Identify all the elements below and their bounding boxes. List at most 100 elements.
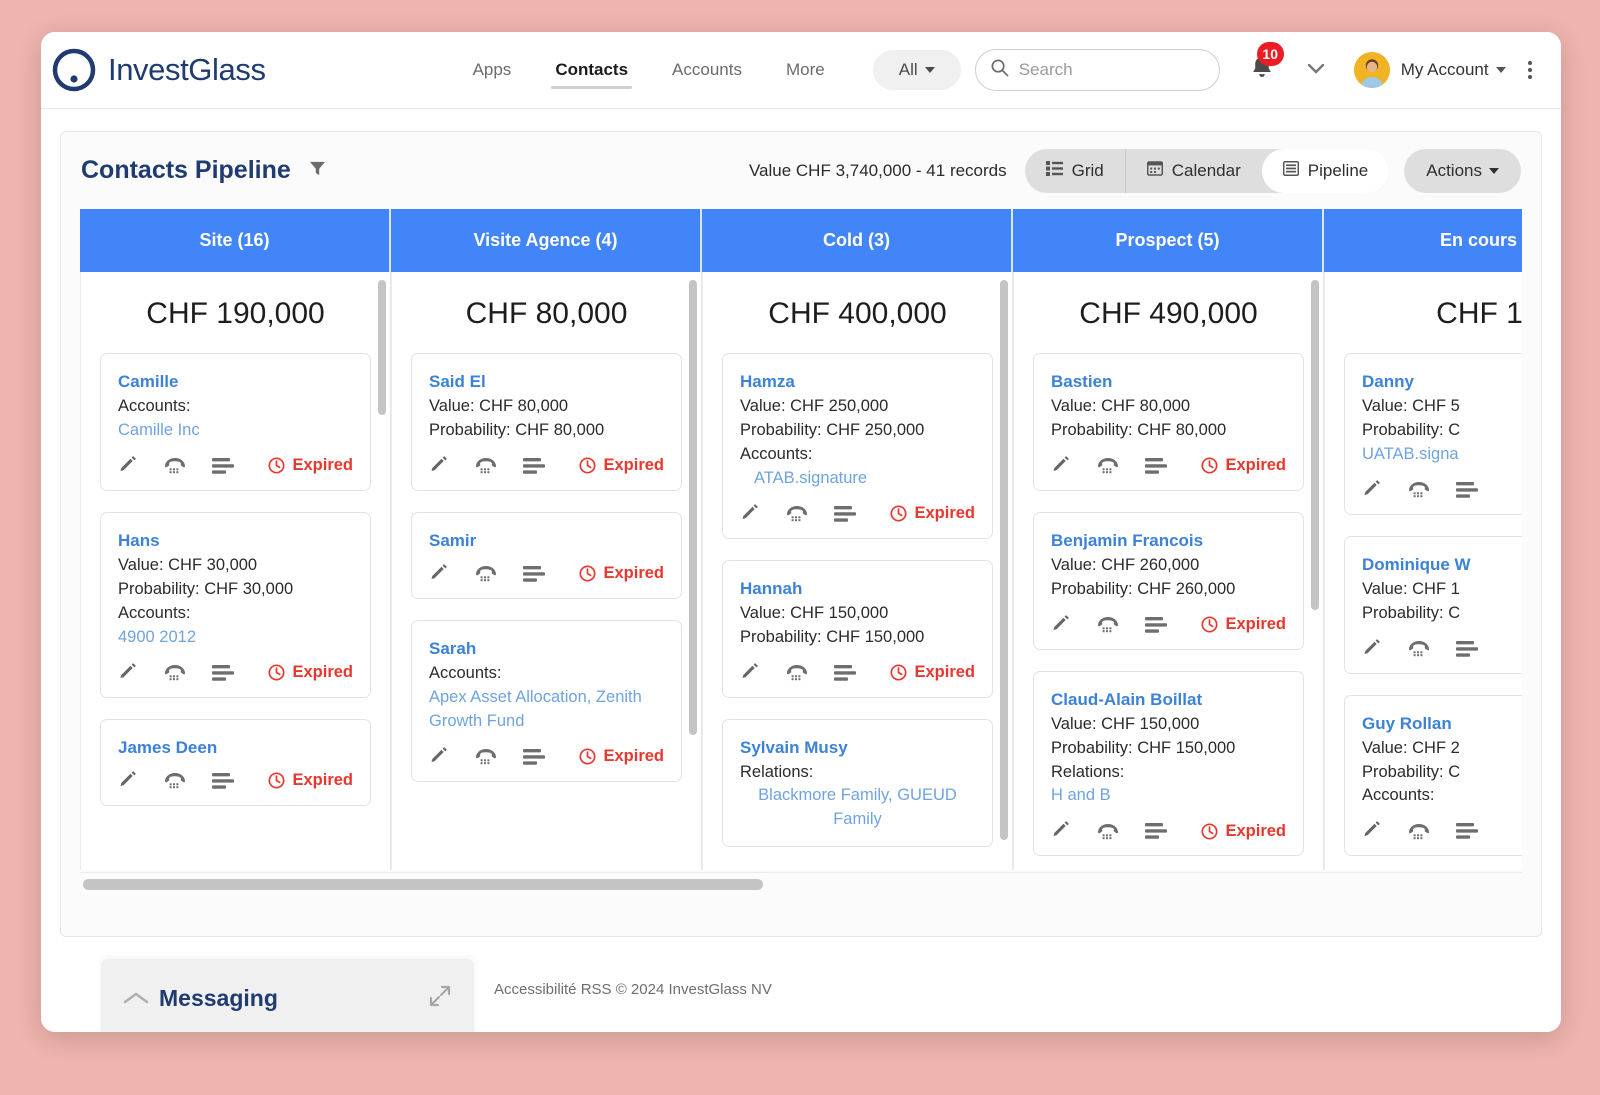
notes-list-icon[interactable] xyxy=(834,665,856,681)
horizontal-scrollbar-thumb[interactable] xyxy=(83,879,763,890)
card-contact-name[interactable]: Hannah xyxy=(740,579,975,599)
edit-pencil-icon[interactable] xyxy=(118,771,138,791)
notes-list-icon[interactable] xyxy=(212,458,234,474)
edit-pencil-icon[interactable] xyxy=(740,663,760,683)
phone-icon[interactable] xyxy=(475,565,497,582)
card-contact-name[interactable]: Sylvain Musy xyxy=(740,738,975,758)
horizontal-scrollbar[interactable] xyxy=(80,872,1522,895)
pipeline-card[interactable]: Sylvain MusyRelations:Blackmore Family, … xyxy=(722,719,993,848)
phone-icon[interactable] xyxy=(1408,823,1430,840)
stage-body[interactable]: CHF 190,000CamilleAccounts:Camille IncEx… xyxy=(80,272,390,870)
stage-body[interactable]: CHF 400,000HamzaValue: CHF 250,000Probab… xyxy=(702,272,1012,870)
notes-list-icon[interactable] xyxy=(1456,823,1478,839)
card-contact-name[interactable]: Guy Rollan xyxy=(1362,714,1522,734)
card-contact-name[interactable]: Samir xyxy=(429,531,664,551)
card-contact-name[interactable]: Camille xyxy=(118,372,353,392)
expand-icon[interactable] xyxy=(428,984,452,1013)
view-button-calendar[interactable]: Calendar xyxy=(1125,149,1262,193)
pipeline-card[interactable]: Claud-Alain BoillatValue: CHF 150,000Pro… xyxy=(1033,671,1304,857)
stage-vertical-scrollbar[interactable] xyxy=(378,280,386,415)
view-button-grid[interactable]: Grid xyxy=(1025,149,1125,193)
messaging-panel[interactable]: Messaging xyxy=(101,959,474,1032)
phone-icon[interactable] xyxy=(475,748,497,765)
card-related-link[interactable]: 4900 2012 xyxy=(118,626,353,650)
card-related-link[interactable]: UATAB.signa xyxy=(1362,443,1522,467)
stage-header[interactable]: Visite Agence (4) xyxy=(391,209,701,272)
notes-list-icon[interactable] xyxy=(1145,823,1167,839)
edit-pencil-icon[interactable] xyxy=(740,504,760,524)
notes-list-icon[interactable] xyxy=(1456,641,1478,657)
scope-filter-dropdown[interactable]: All xyxy=(873,50,961,90)
notes-list-icon[interactable] xyxy=(834,506,856,522)
stage-header[interactable]: Cold (3) xyxy=(702,209,1012,272)
edit-pencil-icon[interactable] xyxy=(1051,615,1071,635)
notes-list-icon[interactable] xyxy=(1456,482,1478,498)
pipeline-card[interactable]: CamilleAccounts:Camille IncExpired xyxy=(100,353,371,491)
edit-pencil-icon[interactable] xyxy=(429,564,449,584)
chevron-up-icon[interactable] xyxy=(123,985,149,1011)
phone-icon[interactable] xyxy=(164,772,186,789)
pipeline-card[interactable]: Benjamin FrancoisValue: CHF 260,000Proba… xyxy=(1033,512,1304,650)
edit-pencil-icon[interactable] xyxy=(1362,639,1382,659)
pipeline-card[interactable]: SamirExpired xyxy=(411,512,682,599)
pipeline-card[interactable]: Said ElValue: CHF 80,000Probability: CHF… xyxy=(411,353,682,491)
card-related-link[interactable]: H and B xyxy=(1051,784,1286,808)
phone-icon[interactable] xyxy=(786,664,808,681)
card-contact-name[interactable]: James Deen xyxy=(118,738,353,758)
phone-icon[interactable] xyxy=(1097,457,1119,474)
stage-header[interactable]: En cours xyxy=(1324,209,1522,272)
notes-list-icon[interactable] xyxy=(523,566,545,582)
pipeline-board[interactable]: Site (16)CHF 190,000CamilleAccounts:Cami… xyxy=(80,209,1522,895)
nav-item-apps[interactable]: Apps xyxy=(451,45,534,95)
card-contact-name[interactable]: Hamza xyxy=(740,372,975,392)
card-contact-name[interactable]: Dominique W xyxy=(1362,555,1522,575)
more-options-button[interactable] xyxy=(1528,61,1532,79)
stage-header[interactable]: Site (16) xyxy=(80,209,390,272)
edit-pencil-icon[interactable] xyxy=(429,456,449,476)
stage-body[interactable]: CHF 490,000BastienValue: CHF 80,000Proba… xyxy=(1013,272,1323,870)
nav-item-more[interactable]: More xyxy=(764,45,847,95)
phone-icon[interactable] xyxy=(786,505,808,522)
filter-icon[interactable] xyxy=(309,160,326,182)
pipeline-card[interactable]: HansValue: CHF 30,000Probability: CHF 30… xyxy=(100,512,371,698)
pipeline-card[interactable]: DannyValue: CHF 5Probability: CUATAB.sig… xyxy=(1344,353,1522,515)
stage-header[interactable]: Prospect (5) xyxy=(1013,209,1323,272)
pipeline-card[interactable]: BastienValue: CHF 80,000Probability: CHF… xyxy=(1033,353,1304,491)
card-related-link[interactable]: ATAB.signature xyxy=(740,467,975,491)
pipeline-card[interactable]: HannahValue: CHF 150,000Probability: CHF… xyxy=(722,560,993,698)
card-related-link[interactable]: Blackmore Family, GUEUD Family xyxy=(740,784,975,832)
stage-vertical-scrollbar[interactable] xyxy=(689,280,697,735)
pipeline-card[interactable]: SarahAccounts:Apex Asset Allocation, Zen… xyxy=(411,620,682,782)
notifications-button[interactable]: 10 xyxy=(1248,54,1276,87)
edit-pencil-icon[interactable] xyxy=(1362,821,1382,841)
notes-list-icon[interactable] xyxy=(212,665,234,681)
phone-icon[interactable] xyxy=(164,457,186,474)
search-input[interactable] xyxy=(1019,60,1205,80)
brand-logo-link[interactable]: InvestGlass xyxy=(52,48,266,92)
stage-body[interactable]: CHF 1DannyValue: CHF 5Probability: CUATA… xyxy=(1324,272,1522,870)
phone-icon[interactable] xyxy=(1408,640,1430,657)
notes-list-icon[interactable] xyxy=(212,773,234,789)
edit-pencil-icon[interactable] xyxy=(1051,456,1071,476)
actions-dropdown-button[interactable]: Actions xyxy=(1404,149,1521,193)
nav-item-accounts[interactable]: Accounts xyxy=(650,45,764,95)
pipeline-card[interactable]: Dominique WValue: CHF 1Probability: C xyxy=(1344,536,1522,674)
phone-icon[interactable] xyxy=(1097,823,1119,840)
pipeline-card[interactable]: Guy RollanValue: CHF 2Probability: CAcco… xyxy=(1344,695,1522,857)
phone-icon[interactable] xyxy=(1408,481,1430,498)
card-related-link[interactable]: Camille Inc xyxy=(118,419,353,443)
phone-icon[interactable] xyxy=(475,457,497,474)
phone-icon[interactable] xyxy=(1097,616,1119,633)
card-related-link[interactable]: Apex Asset Allocation, Zenith Growth Fun… xyxy=(429,686,664,734)
card-contact-name[interactable]: Sarah xyxy=(429,639,664,659)
pipeline-card[interactable]: James DeenExpired xyxy=(100,719,371,806)
stage-vertical-scrollbar[interactable] xyxy=(1000,280,1008,840)
notes-list-icon[interactable] xyxy=(523,749,545,765)
edit-pencil-icon[interactable] xyxy=(1362,480,1382,500)
edit-pencil-icon[interactable] xyxy=(1051,821,1071,841)
stage-body[interactable]: CHF 80,000Said ElValue: CHF 80,000Probab… xyxy=(391,272,701,870)
edit-pencil-icon[interactable] xyxy=(429,747,449,767)
phone-icon[interactable] xyxy=(164,664,186,681)
notes-list-icon[interactable] xyxy=(523,458,545,474)
notifications-chevron-down-icon[interactable] xyxy=(1308,61,1324,79)
